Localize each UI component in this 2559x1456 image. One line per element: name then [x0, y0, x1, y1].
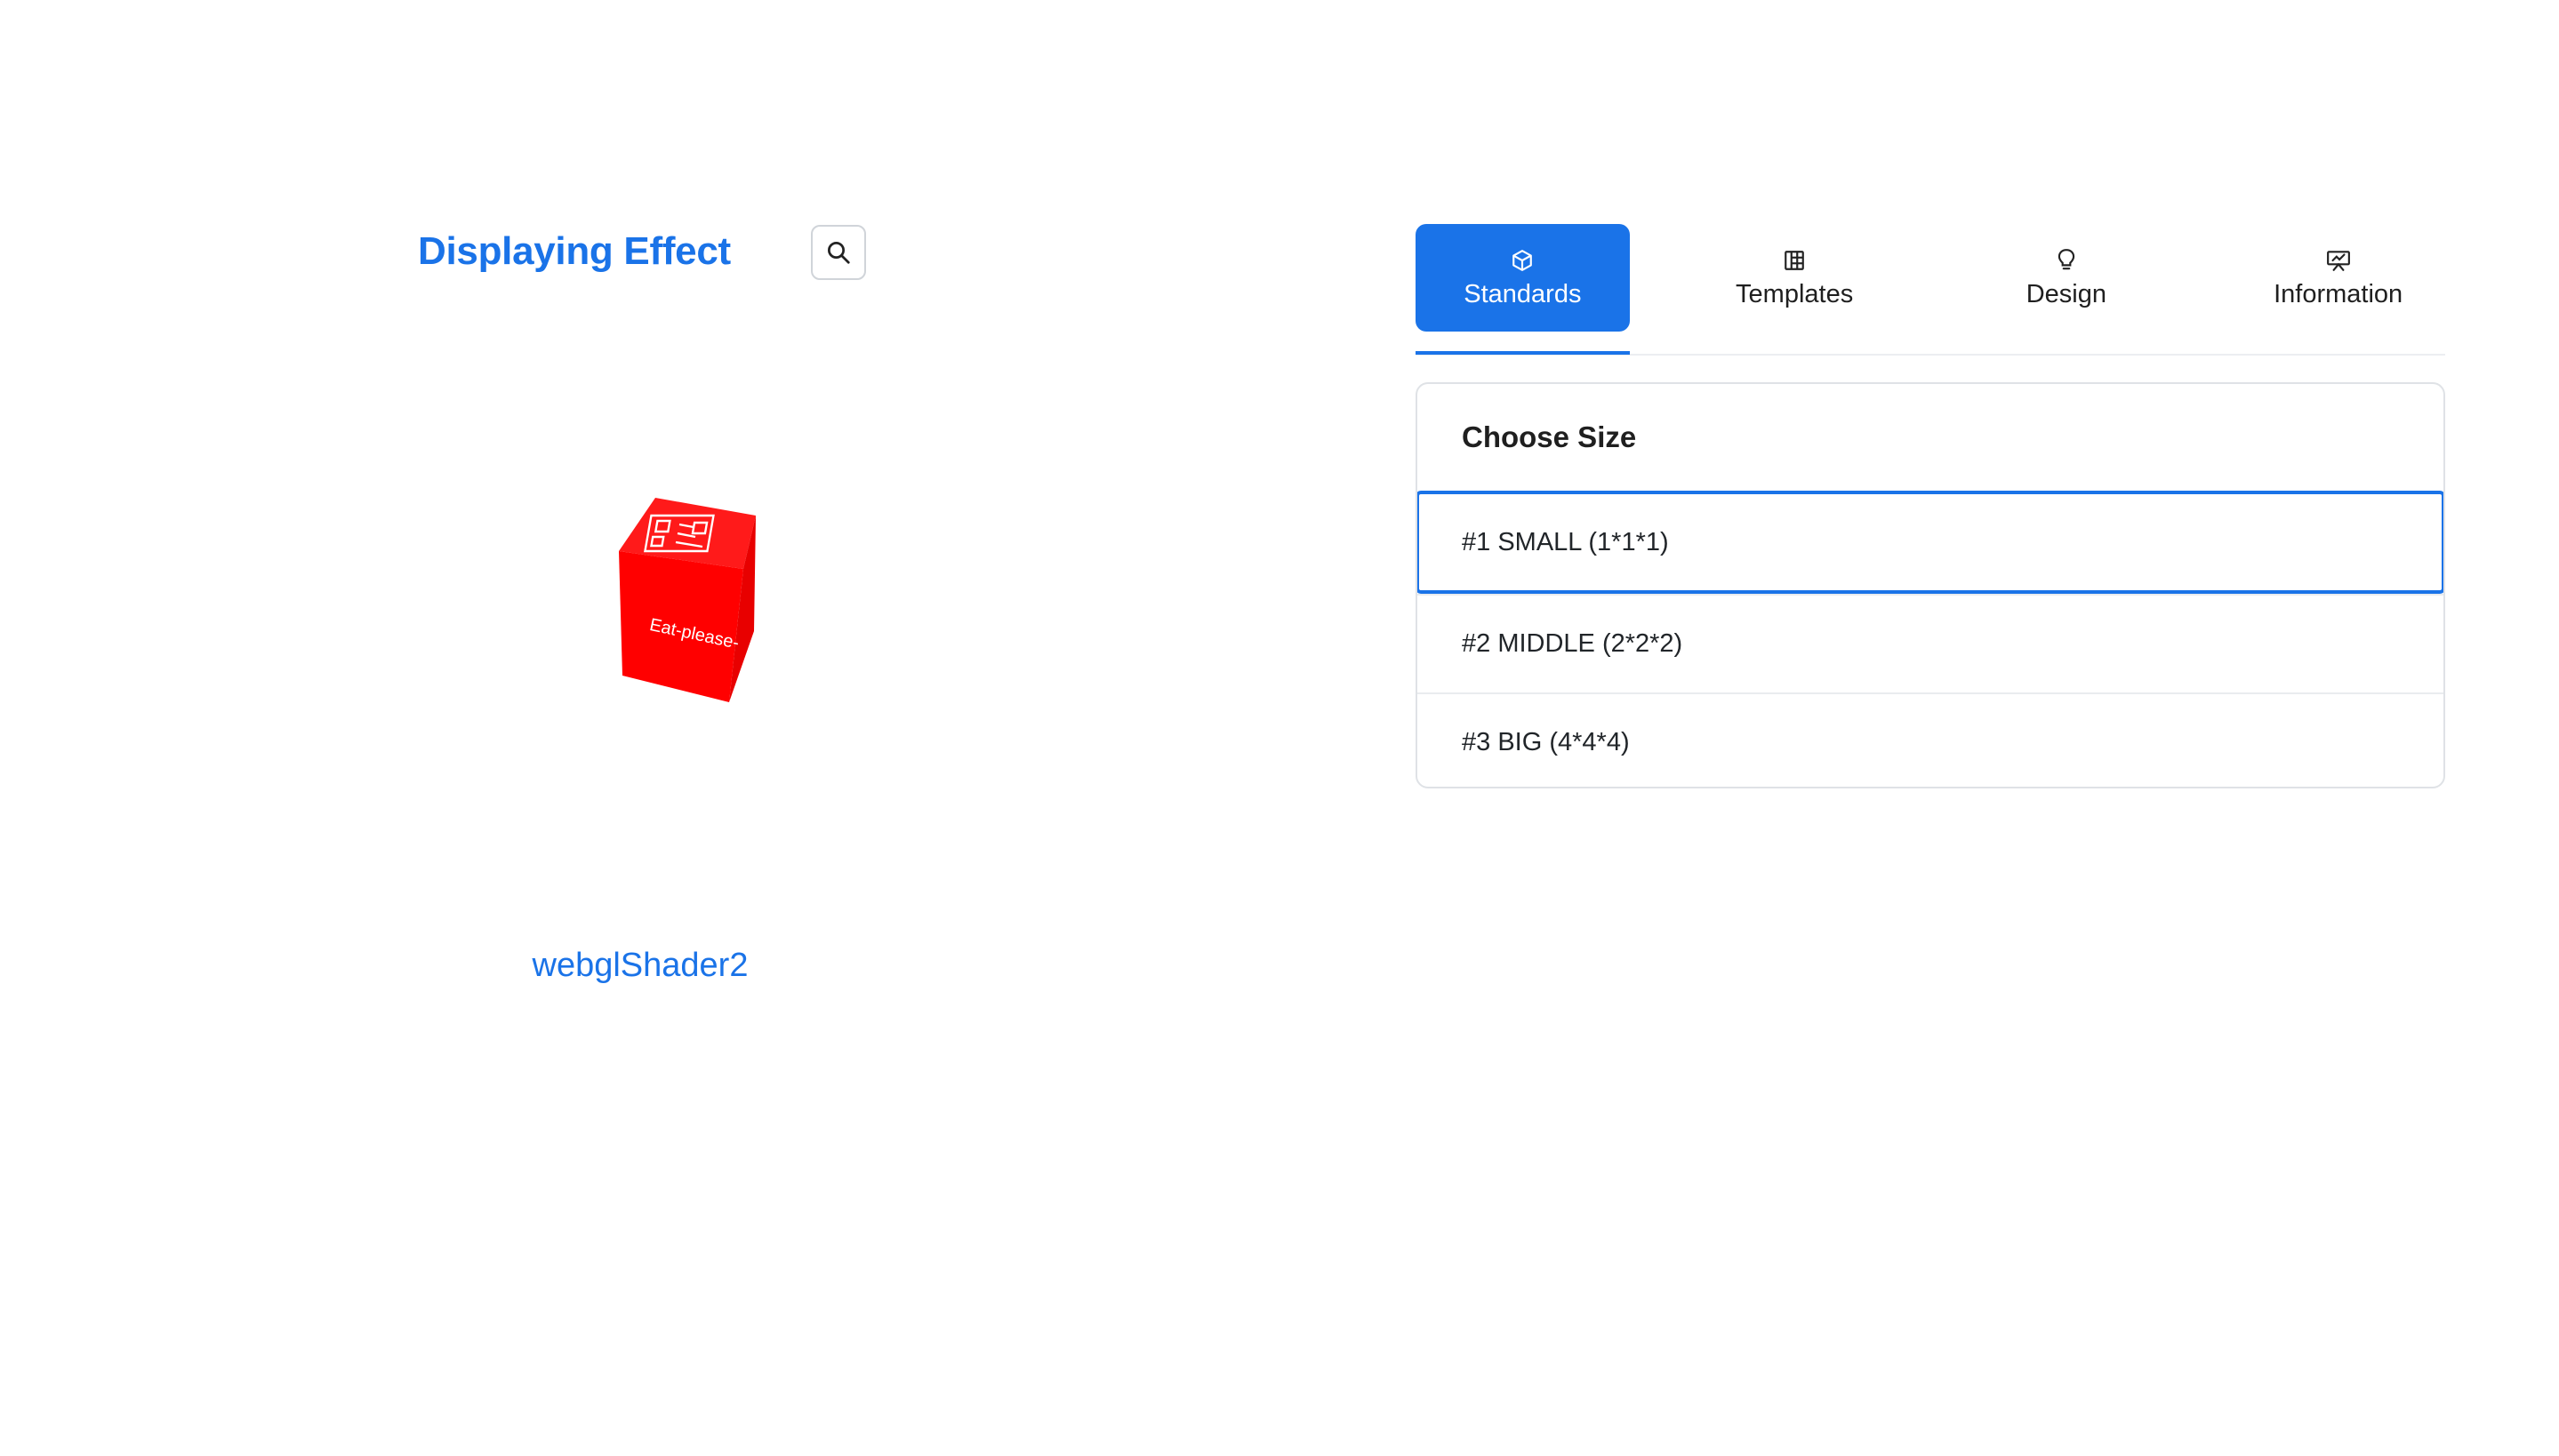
page-title: Displaying Effect — [418, 229, 731, 273]
tab-label: Design — [2026, 280, 2107, 308]
tab-design[interactable]: Design — [1960, 224, 2174, 332]
lightbulb-icon — [2055, 246, 2078, 275]
webgl-viewer[interactable]: Eat-please- — [569, 498, 836, 729]
tab-label: Templates — [1736, 280, 1854, 308]
search-button[interactable] — [811, 225, 866, 280]
cube-icon — [1511, 246, 1534, 275]
search-icon — [828, 242, 850, 264]
tab-label: Standards — [1464, 280, 1582, 308]
tab-label: Information — [2274, 280, 2403, 308]
presentation-icon — [2326, 246, 2351, 275]
tab-information[interactable]: Information — [2231, 224, 2445, 332]
card-header: Choose Size — [1462, 420, 1637, 453]
red-cube: Eat-please- — [619, 498, 756, 702]
tab-standards[interactable]: Standards — [1416, 224, 1630, 355]
tab-bar: Standards Templates Design Information — [1416, 224, 2445, 356]
size-option-small[interactable]: #1 SMALL (1*1*1) — [1417, 491, 2443, 594]
tab-templates[interactable]: Templates — [1688, 224, 1902, 332]
grid-icon — [1783, 246, 1806, 275]
model-caption[interactable]: webglShader2 — [498, 947, 782, 985]
size-option-middle[interactable]: #2 MIDDLE (2*2*2) — [1417, 594, 2443, 692]
size-card: Choose Size #1 SMALL (1*1*1) #2 MIDDLE (… — [1416, 382, 2445, 788]
size-option-big[interactable]: #3 BIG (4*4*4) — [1417, 692, 2443, 787]
